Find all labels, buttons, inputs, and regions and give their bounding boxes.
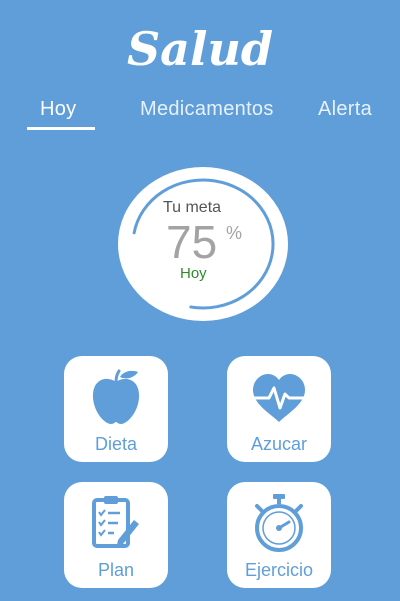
plan-label: Plan <box>97 560 135 580</box>
plan-button[interactable]: Plan <box>64 482 168 588</box>
clipboard-checklist-icon <box>92 496 139 548</box>
tab-hoy[interactable]: Hoy <box>40 98 76 121</box>
stopwatch-icon <box>255 494 303 552</box>
dieta-label: Dieta <box>94 434 138 454</box>
app-title: Salud <box>126 22 274 76</box>
tab-alerta[interactable]: Alerta <box>318 98 372 121</box>
tab-medicamentos[interactable]: Medicamentos <box>140 98 274 121</box>
ejercicio-label: Ejercicio <box>244 560 314 580</box>
azucar-button[interactable]: Azucar <box>227 356 331 462</box>
dieta-button[interactable]: Dieta <box>64 356 168 462</box>
apple-icon <box>92 369 140 424</box>
active-tab-indicator <box>27 127 95 130</box>
goal-percent-value: 75 <box>166 216 218 268</box>
goal-day-label: Hoy <box>180 265 207 282</box>
azucar-label: Azucar <box>250 434 308 454</box>
goal-progress-card: Tu meta 75 % Hoy <box>118 167 288 321</box>
goal-percent-unit: % <box>226 223 243 243</box>
ejercicio-button[interactable]: Ejercicio <box>227 482 331 588</box>
heart-pulse-icon <box>251 374 307 422</box>
